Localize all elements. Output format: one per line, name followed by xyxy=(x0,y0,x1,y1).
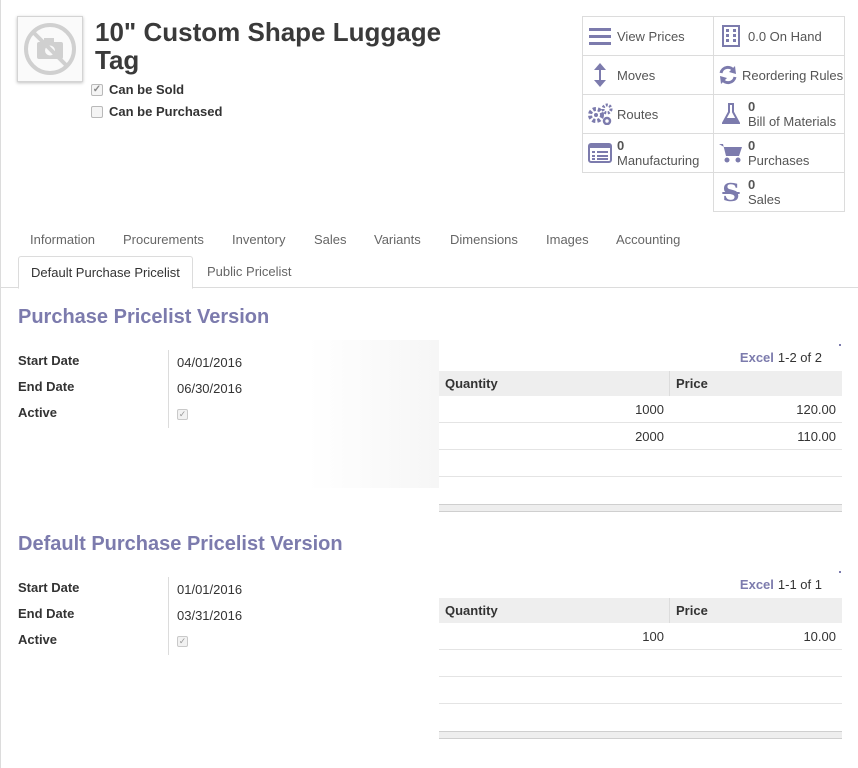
table-footer xyxy=(439,731,842,739)
table-header: Quantity Price xyxy=(439,371,842,396)
excel-export-link[interactable]: Excel xyxy=(740,577,774,592)
start-date-label: Start Date xyxy=(18,353,80,368)
strikethrough-icon: S xyxy=(722,177,740,207)
corner-dot xyxy=(839,571,841,573)
active-label: Active xyxy=(18,405,58,420)
table-row[interactable]: 2000 110.00 xyxy=(439,423,842,450)
pricelist-items-table: Quantity Price 1000 120.00 2000 110.00 xyxy=(439,371,842,512)
can-be-sold-row: ✓ Can be Sold xyxy=(91,82,184,97)
price-cell: 120.00 xyxy=(796,402,836,417)
tab-variants[interactable]: Variants xyxy=(374,232,421,247)
section-title: Purchase Pricelist Version xyxy=(18,306,270,328)
view-prices-button[interactable]: View Prices xyxy=(582,16,714,56)
no-camera-icon xyxy=(24,23,76,75)
active-checkbox[interactable]: ✓ xyxy=(177,632,188,647)
list-pager: Excel 1-2 of 2 xyxy=(740,350,822,365)
list-pager: Excel 1-1 of 1 xyxy=(740,577,822,592)
quantity-cell: 2000 xyxy=(635,429,664,444)
start-date-label: Start Date xyxy=(18,580,80,595)
table-header: Quantity Price xyxy=(439,598,842,623)
quantity-cell: 1000 xyxy=(635,402,664,417)
can-be-purchased-label: Can be Purchased xyxy=(109,104,223,119)
can-be-purchased-row: Can be Purchased xyxy=(91,104,222,119)
empty-row xyxy=(439,704,842,731)
table-row[interactable]: 1000 120.00 xyxy=(439,396,842,423)
corner-dot xyxy=(839,344,841,346)
tab-sales[interactable]: Sales xyxy=(314,232,347,247)
flask-icon xyxy=(714,103,748,125)
pager-value[interactable]: 1-2 of 2 xyxy=(778,350,822,365)
shopping-cart-icon xyxy=(714,142,748,164)
end-date-label: End Date xyxy=(18,379,75,394)
field-separator xyxy=(168,577,169,655)
active-checkbox[interactable]: ✓ xyxy=(177,405,188,420)
tab-public-pricelist[interactable]: Public Pricelist xyxy=(195,256,304,288)
end-date-value[interactable]: 03/31/2016 xyxy=(177,608,242,623)
product-image[interactable] xyxy=(17,16,83,82)
manufacturing-button[interactable]: 0 Manufacturing xyxy=(582,133,714,173)
excel-export-link[interactable]: Excel xyxy=(740,350,774,365)
field-separator xyxy=(168,350,169,428)
empty-row xyxy=(439,650,842,677)
can-be-sold-label: Can be Sold xyxy=(109,82,185,97)
pager-value[interactable]: 1-1 of 1 xyxy=(778,577,822,592)
empty-row xyxy=(439,677,842,704)
column-quantity[interactable]: Quantity xyxy=(439,371,670,396)
price-cell: 110.00 xyxy=(797,429,836,444)
pricelist-tabs: Default Purchase Pricelist Public Pricel… xyxy=(1,256,858,289)
tab-procurements[interactable]: Procurements xyxy=(123,232,204,247)
moves-button[interactable]: Moves xyxy=(582,55,714,95)
routes-button[interactable]: Routes xyxy=(582,94,714,134)
bill-of-materials-button[interactable]: 0 Bill of Materials xyxy=(713,94,845,134)
empty-row xyxy=(439,477,842,504)
tab-images[interactable]: Images xyxy=(546,232,589,247)
start-date-value[interactable]: 04/01/2016 xyxy=(177,355,242,370)
end-date-label: End Date xyxy=(18,606,75,621)
arrows-vertical-icon xyxy=(583,63,617,87)
product-title[interactable]: 10" Custom Shape Luggage Tag xyxy=(95,18,465,74)
reordering-rules-button[interactable]: Reordering Rules xyxy=(713,55,845,95)
cogs-icon xyxy=(583,103,617,125)
end-date-value[interactable]: 06/30/2016 xyxy=(177,381,242,396)
active-label: Active xyxy=(18,632,58,647)
column-quantity[interactable]: Quantity xyxy=(439,598,670,623)
table-row[interactable]: 100 10.00 xyxy=(439,623,842,650)
tab-dimensions[interactable]: Dimensions xyxy=(450,232,518,247)
column-price[interactable]: Price xyxy=(670,371,842,396)
section-title: Default Purchase Pricelist Version xyxy=(18,533,343,555)
start-date-value[interactable]: 01/01/2016 xyxy=(177,582,242,597)
refresh-icon xyxy=(714,65,742,85)
list-alt-icon xyxy=(583,143,617,163)
can-be-sold-checkbox[interactable]: ✓ xyxy=(91,83,103,96)
list-icon xyxy=(583,27,617,45)
empty-row xyxy=(439,450,842,477)
table-footer xyxy=(439,504,842,512)
tab-inventory[interactable]: Inventory xyxy=(232,232,285,247)
sales-button[interactable]: S 0 Sales xyxy=(713,172,845,212)
product-form-sheet: 10" Custom Shape Luggage Tag ✓ Can be So… xyxy=(0,0,858,768)
building-icon xyxy=(714,25,748,47)
can-be-purchased-checkbox[interactable] xyxy=(91,105,103,118)
smart-buttons: View Prices 0.0 On Hand Moves Reordering… xyxy=(582,16,845,213)
price-cell: 10.00 xyxy=(803,629,836,644)
purchases-button[interactable]: 0 Purchases xyxy=(713,133,845,173)
quantity-cell: 100 xyxy=(642,629,664,644)
tab-accounting[interactable]: Accounting xyxy=(616,232,680,247)
on-hand-button[interactable]: 0.0 On Hand xyxy=(713,16,845,56)
tab-default-purchase-pricelist[interactable]: Default Purchase Pricelist xyxy=(18,256,193,289)
pricelist-items-table: Quantity Price 100 10.00 xyxy=(439,598,842,739)
tab-information[interactable]: Information xyxy=(30,232,95,247)
column-price[interactable]: Price xyxy=(670,598,842,623)
